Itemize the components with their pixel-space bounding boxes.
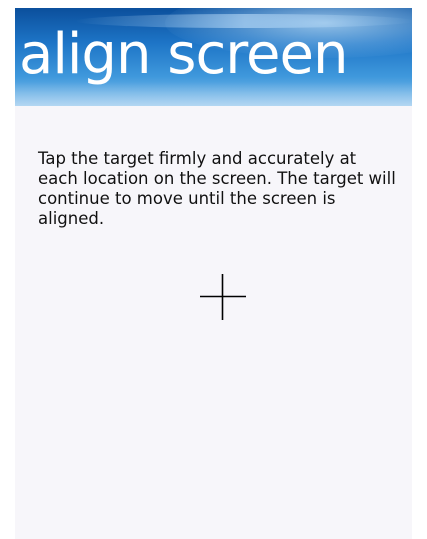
crosshair-icon[interactable] [200,274,246,320]
instruction-text: Tap the target firmly and accurately at … [38,149,396,228]
alignment-target[interactable] [200,274,246,320]
align-screen-window: align screen Tap the target firmly and a… [15,8,412,539]
page-title: align screen [19,22,348,87]
header-banner: align screen [15,8,412,106]
